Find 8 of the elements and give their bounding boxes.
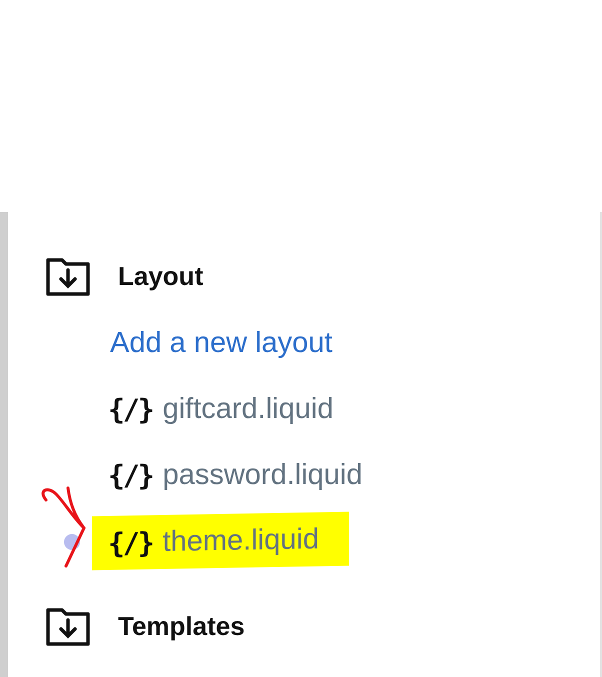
section-title: Templates bbox=[118, 610, 245, 642]
folder-download-icon bbox=[46, 256, 90, 296]
highlighted-file-item[interactable]: {/} theme.liquid bbox=[92, 512, 349, 570]
add-layout-link[interactable]: Add a new layout bbox=[110, 310, 332, 376]
file-item[interactable]: {/} giftcard.liquid bbox=[92, 382, 364, 436]
section-title: Layout bbox=[118, 260, 204, 292]
file-item[interactable]: {/} password.liquid bbox=[92, 448, 392, 502]
folder-download-icon bbox=[46, 606, 90, 646]
